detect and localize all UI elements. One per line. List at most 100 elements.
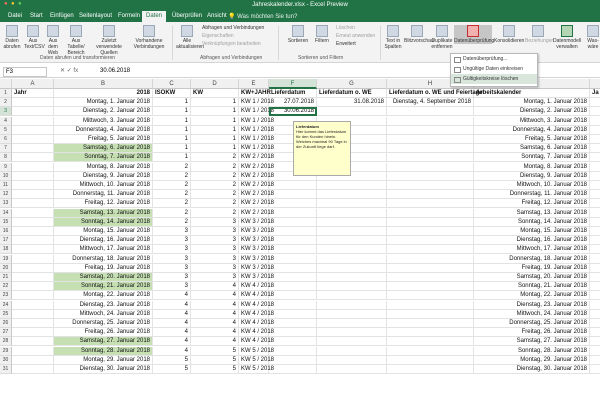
table-cell[interactable]: 2 [153,162,191,172]
row-header[interactable]: 19 [0,254,12,264]
row-header[interactable]: 14 [0,208,12,218]
column-header-g[interactable]: G [317,79,387,89]
table-cell[interactable]: Montag, 22. Januar 2018 [474,291,590,301]
table-cell[interactable] [12,319,54,328]
table-cell[interactable] [317,227,387,236]
table-cell[interactable] [317,337,387,347]
table-cell[interactable] [387,190,474,200]
table-cell[interactable] [269,328,317,338]
table-cell[interactable]: 3 [153,282,191,292]
table-cell[interactable] [590,153,600,163]
filter-button[interactable]: Filtern [313,25,331,44]
table-cell[interactable] [387,282,474,292]
table-cell[interactable] [12,291,54,301]
tab-ueberpruefen[interactable]: Überprüfen [172,13,202,19]
table-cell[interactable]: 31.08.2018 [317,98,387,108]
table-cell[interactable]: Freitag, 19. Januar 2018 [54,263,153,273]
table-cell[interactable]: 4 [191,291,239,301]
header-cell-g[interactable]: Lieferdatum o. WE [317,89,387,98]
row-header[interactable]: 16 [0,227,12,236]
row-header[interactable]: 31 [0,365,12,374]
tab-daten[interactable]: Daten [142,11,167,22]
table-cell[interactable]: Donnerstag, 18. Januar 2018 [54,254,153,264]
table-cell[interactable]: Dienstag, 30. Januar 2018 [54,365,153,374]
table-cell[interactable] [317,208,387,218]
table-cell[interactable] [317,273,387,282]
table-cell[interactable]: 4 [191,319,239,328]
table-cell[interactable]: Donnerstag, 11. Januar 2018 [54,190,153,200]
row-header[interactable]: 26 [0,319,12,328]
table-cell[interactable] [387,328,474,338]
table-cell[interactable] [12,135,54,144]
table-cell[interactable] [387,263,474,273]
table-cell[interactable] [590,163,600,172]
table-cell[interactable]: Dienstag, 23. Januar 2018 [474,300,590,310]
table-cell[interactable]: Donnerstag, 11. Januar 2018 [474,190,590,200]
sort-button[interactable]: Sortieren [286,25,310,44]
table-cell[interactable]: 2 [153,217,191,227]
column-header-c[interactable]: C [153,79,191,89]
table-cell[interactable] [269,208,317,218]
table-cell[interactable] [12,190,54,200]
table-cell[interactable]: 1 [191,135,239,144]
table-cell[interactable]: Montag, 29. Januar 2018 [474,355,590,365]
table-cell[interactable] [590,181,600,190]
recent-sources-button[interactable]: Zuletzt verwendete Quellen [90,25,128,56]
column-header-f[interactable]: F [269,79,317,89]
table-cell[interactable] [590,117,600,126]
tab-ansicht[interactable]: Ansicht [207,13,227,19]
table-cell[interactable] [317,346,387,356]
table-cell[interactable] [387,162,474,172]
table-cell[interactable] [590,199,600,209]
table-cell[interactable] [387,319,474,328]
table-cell[interactable]: Sonntag, 14. Januar 2018 [474,217,590,227]
table-cell[interactable] [12,236,54,246]
header-cell-h[interactable]: Lieferdatum o. WE und Feiertage [387,89,483,98]
existing-connections-button[interactable]: Vorhandene Verbindungen [130,25,168,50]
table-cell[interactable]: Freitag, 5. Januar 2018 [474,135,590,144]
table-cell[interactable] [387,309,474,319]
table-cell[interactable] [269,263,317,273]
column-header-e[interactable]: E [239,79,269,89]
table-cell[interactable] [317,365,387,374]
table-cell[interactable] [317,355,387,365]
table-cell[interactable] [387,125,474,135]
row-header[interactable]: 8 [0,153,12,163]
table-cell[interactable]: KW 5 / 2018 [239,346,274,356]
table-cell[interactable] [12,328,54,338]
table-cell[interactable]: Sonntag, 7. Januar 2018 [54,153,153,163]
table-cell[interactable]: Donnerstag, 4. Januar 2018 [54,125,153,135]
table-cell[interactable]: Mittwoch, 17. Januar 2018 [54,245,153,255]
table-cell[interactable] [12,181,54,190]
table-cell[interactable] [387,236,474,246]
table-cell[interactable]: 1 [191,98,239,108]
table-cell[interactable]: KW 3 / 2018 [239,273,274,282]
table-cell[interactable]: KW 2 / 2018 [239,162,274,172]
table-cell[interactable]: 4 [153,328,191,338]
table-cell[interactable]: KW 1 / 2018 [239,144,274,154]
table-cell[interactable] [590,337,600,347]
table-cell[interactable]: KW 2 / 2018 [239,190,274,200]
table-cell[interactable]: 3 [191,236,239,246]
table-cell[interactable]: 4 [153,346,191,356]
table-cell[interactable]: Freitag, 12. Januar 2018 [474,199,590,209]
table-cell[interactable]: Dienstag, 23. Januar 2018 [54,300,153,310]
from-text-csv-button[interactable]: Aus Text/CSV [24,25,45,50]
table-cell[interactable] [269,300,317,310]
table-cell[interactable] [12,254,54,264]
table-cell[interactable] [387,153,474,163]
row-header[interactable]: 17 [0,236,12,246]
table-cell[interactable]: 1 [153,116,191,126]
table-cell[interactable]: 5 [153,365,191,374]
table-cell[interactable]: 4 [191,300,239,310]
table-cell[interactable] [590,356,600,365]
get-data-button[interactable]: Daten abrufen [2,25,22,50]
table-cell[interactable]: 2 [191,208,239,218]
row-header[interactable]: 10 [0,171,12,181]
table-cell[interactable]: 2 [191,190,239,200]
table-cell[interactable] [590,328,600,338]
table-cell[interactable]: 1 [191,116,239,126]
table-cell[interactable] [269,245,317,255]
table-cell[interactable] [12,263,54,273]
row-header[interactable]: 12 [0,190,12,200]
